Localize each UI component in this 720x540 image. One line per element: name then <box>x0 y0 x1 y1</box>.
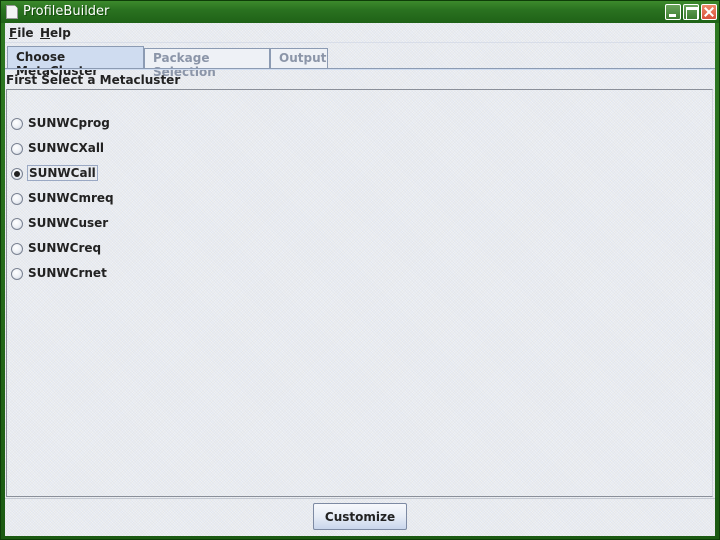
tab-content-border <box>5 68 715 70</box>
radio-button[interactable] <box>11 218 23 230</box>
metacluster-list: SUNWCprog SUNWCXall SUNWCall SUNWCmreq S… <box>6 89 713 497</box>
profilebuilder-window: ProfileBuilder File Help Package Selecti… <box>0 0 720 540</box>
close-button[interactable] <box>701 4 717 20</box>
radio-label[interactable]: SUNWCrnet <box>27 266 108 280</box>
radio-button[interactable] <box>11 243 23 255</box>
menu-help-label: elp <box>50 26 71 40</box>
menu-file-mnemonic: F <box>9 26 18 40</box>
menu-bar: File Help <box>5 23 715 43</box>
menu-help[interactable]: Help <box>40 26 71 40</box>
radio-button[interactable] <box>11 143 23 155</box>
window-title: ProfileBuilder <box>23 4 110 19</box>
radio-label[interactable]: SUNWCmreq <box>27 191 115 205</box>
document-icon <box>6 5 18 19</box>
panel-heading: First Select a Metacluster <box>6 73 181 87</box>
radio-label[interactable]: SUNWCall <box>27 165 98 181</box>
radio-label[interactable]: SUNWCuser <box>27 216 109 230</box>
radio-label[interactable]: SUNWCXall <box>27 141 105 155</box>
title-bar[interactable]: ProfileBuilder <box>1 1 719 23</box>
menu-file[interactable]: File <box>9 26 34 40</box>
tab-choose-metacluster[interactable]: Choose MetaCluster <box>7 46 144 78</box>
client-area: File Help Package Selection Output Choos… <box>5 23 715 536</box>
minimize-button[interactable] <box>665 4 681 20</box>
tab-package-selection[interactable]: Package Selection <box>144 48 270 79</box>
menu-help-mnemonic: H <box>40 26 51 40</box>
maximize-button[interactable] <box>683 4 699 20</box>
radio-label[interactable]: SUNWCprog <box>27 116 111 130</box>
radio-label[interactable]: SUNWCreq <box>27 241 102 255</box>
menu-file-label: ile <box>17 26 34 40</box>
footer-divider <box>5 498 715 499</box>
radio-button[interactable] <box>11 268 23 280</box>
tab-strip: Package Selection Output Choose MetaClus… <box>5 46 715 79</box>
radio-button[interactable] <box>11 193 23 205</box>
customize-button[interactable]: Customize <box>313 503 407 530</box>
radio-button[interactable] <box>11 118 23 130</box>
radio-button-checked[interactable] <box>11 168 23 180</box>
tab-output[interactable]: Output <box>270 48 328 69</box>
